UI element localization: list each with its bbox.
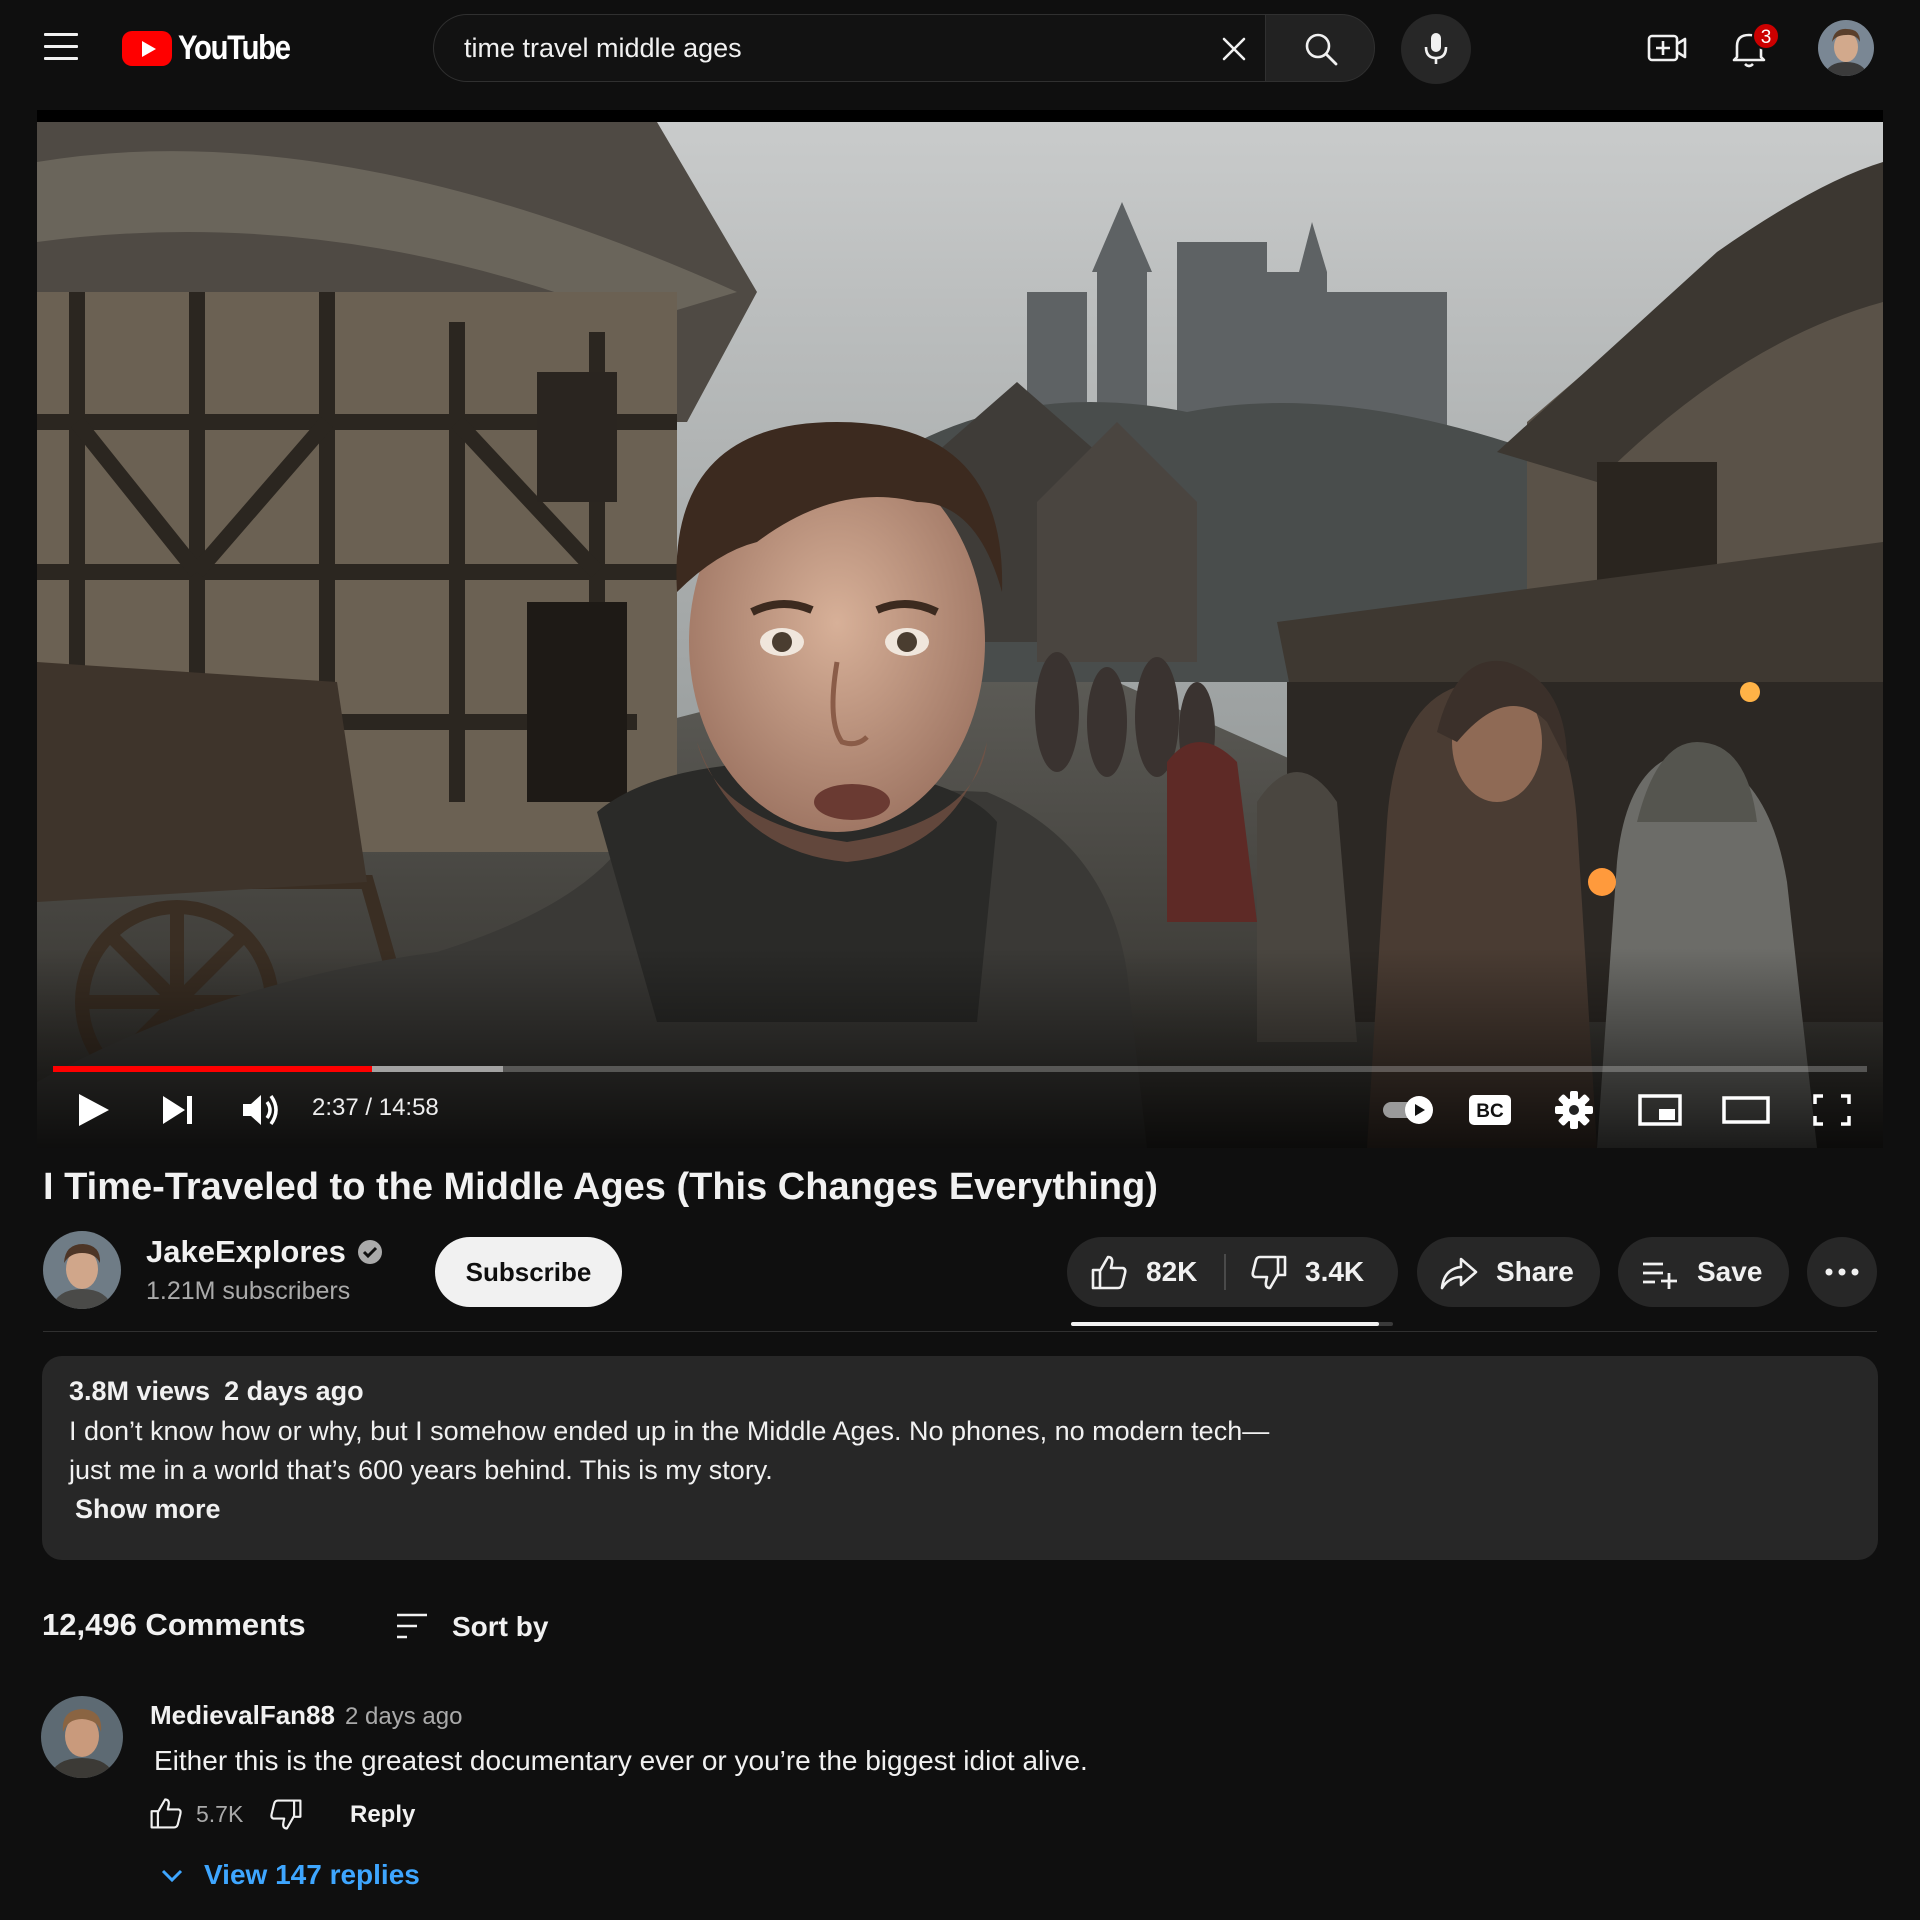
comment-reply-button[interactable]: Reply: [350, 1801, 415, 1829]
video-player[interactable]: 2:37 / 14:58 BC: [37, 110, 1883, 1148]
voice-search-button[interactable]: [1401, 14, 1471, 84]
search-input[interactable]: [464, 15, 1204, 81]
comment-like-count: 5.7K: [196, 1801, 244, 1827]
subscribe-button[interactable]: Subscribe: [435, 1237, 622, 1307]
fullscreen-icon: [1813, 1094, 1851, 1126]
autoplay-toggle-icon: [1383, 1096, 1433, 1124]
captions-button[interactable]: BC: [1465, 1080, 1515, 1140]
sort-by-button[interactable]: Sort by: [452, 1611, 548, 1643]
create-button[interactable]: [1645, 26, 1689, 70]
next-icon: [163, 1096, 192, 1124]
view-replies-button[interactable]: View 147 replies: [158, 1855, 420, 1895]
search-box: [433, 14, 1265, 82]
settings-button[interactable]: [1549, 1080, 1599, 1140]
thumbs-down-icon: [1251, 1255, 1287, 1290]
notification-count-badge: 3: [1752, 22, 1780, 50]
volume-button[interactable]: [237, 1080, 285, 1140]
like-dislike-group: 82K 3.4K: [1067, 1237, 1398, 1307]
captions-icon: BC: [1469, 1095, 1511, 1125]
upload-date: 2 days ago: [224, 1376, 364, 1406]
comment-thumbs-down-icon[interactable]: [268, 1797, 304, 1833]
microphone-icon: [1424, 33, 1448, 64]
miniplayer-icon: [1638, 1094, 1682, 1126]
dislike-button[interactable]: 3.4K: [1227, 1237, 1398, 1307]
create-video-icon: [1647, 34, 1687, 62]
comment-author-avatar[interactable]: [41, 1696, 123, 1778]
more-actions-button[interactable]: [1807, 1237, 1877, 1307]
search-bar: [433, 14, 1375, 82]
view-replies-label: View 147 replies: [204, 1859, 420, 1890]
more-horizontal-icon: [1825, 1268, 1859, 1276]
settings-icon: [1555, 1091, 1593, 1129]
description-line-2: just me in a world that’s 600 years behi…: [69, 1455, 773, 1485]
comment-thumbs-up-icon[interactable]: [148, 1795, 184, 1831]
seek-bar[interactable]: [53, 1066, 1867, 1072]
time-display: 2:37 / 14:58: [312, 1094, 439, 1121]
chevron-down-icon: [161, 1869, 183, 1883]
save-label: Save: [1697, 1256, 1763, 1287]
comments-count: 12,496 Comments: [42, 1607, 306, 1642]
volume-icon: [243, 1094, 278, 1126]
thumbs-up-icon: [1091, 1255, 1127, 1290]
theater-icon: [1722, 1096, 1770, 1124]
search-icon: [1305, 33, 1338, 66]
search-button[interactable]: [1265, 14, 1375, 82]
clear-search-icon[interactable]: [1214, 29, 1254, 69]
subscriber-count: 1.21M subscribers: [146, 1277, 351, 1305]
show-more-button[interactable]: Show more: [75, 1494, 221, 1525]
description-line-1: I don’t know how or why, but I somehow e…: [69, 1416, 1270, 1446]
captions-label: BC: [1476, 1101, 1504, 1122]
play-button[interactable]: [67, 1080, 117, 1140]
account-avatar[interactable]: [1818, 20, 1874, 76]
description-box[interactable]: 3.8M views 2 days ago I don’t know how or…: [42, 1356, 1878, 1560]
play-icon: [79, 1094, 109, 1126]
share-icon: [1440, 1257, 1478, 1290]
logo-text: YouTube: [178, 28, 291, 67]
channel-name[interactable]: JakeExplores: [146, 1234, 346, 1270]
verified-badge-icon: [358, 1240, 382, 1264]
like-count: 82K: [1146, 1256, 1198, 1287]
comment-time[interactable]: 2 days ago: [345, 1703, 462, 1731]
save-to-playlist-icon: [1643, 1262, 1677, 1289]
like-divider: [1224, 1254, 1226, 1290]
youtube-play-logo-icon: [122, 30, 172, 66]
comment-text: Either this is the greatest documentary …: [154, 1745, 1088, 1776]
youtube-logo[interactable]: YouTube: [122, 28, 308, 68]
autoplay-toggle[interactable]: [1379, 1080, 1439, 1140]
video-title: I Time-Traveled to the Middle Ages (This…: [43, 1166, 1158, 1208]
channel-avatar[interactable]: [43, 1231, 121, 1309]
share-label: Share: [1496, 1256, 1574, 1287]
video-stats: 3.8M views 2 days ago: [69, 1376, 364, 1407]
like-button[interactable]: 82K: [1067, 1237, 1223, 1307]
comment-author[interactable]: MedievalFan88: [150, 1700, 335, 1731]
top-bar: YouTube 3: [0, 0, 1920, 96]
share-button[interactable]: Share: [1417, 1237, 1600, 1307]
save-button[interactable]: Save: [1618, 1237, 1789, 1307]
sort-icon[interactable]: [395, 1611, 429, 1641]
menu-icon[interactable]: [44, 33, 78, 61]
dislike-count: 3.4K: [1305, 1256, 1365, 1287]
like-ratio-bar: [1071, 1322, 1379, 1326]
next-button[interactable]: [155, 1080, 203, 1140]
theater-mode-button[interactable]: [1719, 1080, 1773, 1140]
played-bar: [53, 1066, 373, 1072]
miniplayer-button[interactable]: [1635, 1080, 1685, 1140]
view-count: 3.8M views: [69, 1376, 211, 1406]
section-divider: [43, 1331, 1877, 1332]
fullscreen-button[interactable]: [1807, 1080, 1857, 1140]
